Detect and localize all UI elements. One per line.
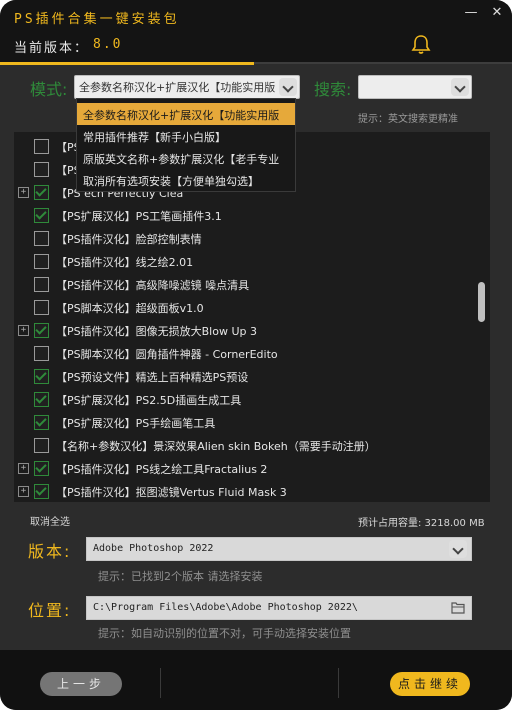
item-checkbox[interactable] — [34, 346, 49, 361]
chevron-down-icon[interactable] — [451, 78, 469, 96]
expand-icon[interactable]: + — [18, 463, 29, 474]
item-label: 【PS插件汉化】高级降噪滤镜 噪点清具 — [56, 279, 250, 292]
mode-select[interactable]: 全参数名称汉化+扩展汉化【功能实用版 — [74, 75, 300, 99]
version-hint: 提示：已找到2个版本 请选择安装 — [98, 570, 263, 583]
version-select[interactable]: Adobe Photoshop 2022 — [86, 537, 472, 561]
item-checkbox[interactable] — [34, 392, 49, 407]
list-scrollbar[interactable] — [478, 282, 485, 322]
list-item[interactable]: 【PS扩展汉化】PS工笔画插件3.1 — [14, 205, 474, 227]
expand-icon[interactable]: + — [18, 325, 29, 336]
bell-icon[interactable] — [410, 33, 432, 55]
estimated-space: 预计占用容量: 3218.00 MB — [358, 518, 485, 529]
close-button[interactable]: ✕ — [488, 6, 506, 20]
deselect-all-button[interactable]: 取消全选 — [30, 513, 70, 528]
install-path-value: C:\Program Files\Adobe\Adobe Photoshop 2… — [93, 602, 358, 613]
item-label: 【PS扩展汉化】PS2.5D插画生成工具 — [56, 394, 242, 407]
expand-icon[interactable]: + — [18, 486, 29, 497]
header-accent-bar — [0, 62, 254, 65]
search-label: 搜索: — [314, 80, 352, 99]
list-item[interactable]: + 【PS插件汉化】PS线之绘工具Fractalius 2 — [14, 458, 474, 480]
item-checkbox[interactable] — [34, 461, 49, 476]
search-input[interactable] — [358, 75, 472, 99]
item-label: 【名称+参数汉化】景深效果Alien skin Bokeh（需要手动注册） — [56, 440, 376, 453]
mode-label: 模式: — [30, 80, 68, 99]
item-label: 【PS扩展汉化】PS手绘画笔工具 — [56, 417, 216, 430]
item-checkbox[interactable] — [34, 300, 49, 315]
item-checkbox[interactable] — [34, 277, 49, 292]
item-checkbox[interactable] — [34, 185, 49, 200]
item-label: 【PS插件汉化】图像无损放大Blow Up 3 — [56, 325, 257, 338]
footer-divider — [338, 668, 339, 698]
list-item[interactable]: 【PS预设文件】精选上百种精选PS预设 — [14, 366, 474, 388]
expand-icon[interactable]: + — [18, 187, 29, 198]
item-checkbox[interactable] — [34, 139, 49, 154]
list-item[interactable]: 【PS脚本汉化】超级面板v1.0 — [14, 297, 474, 319]
chevron-down-icon[interactable] — [279, 78, 297, 96]
mode-select-value: 全参数名称汉化+扩展汉化【功能实用版 — [79, 81, 276, 94]
item-checkbox[interactable] — [34, 484, 49, 499]
item-label: 【PS预设文件】精选上百种精选PS预设 — [56, 371, 249, 384]
version-select-label: 版本: — [28, 542, 72, 561]
list-item[interactable]: + 【PS插件汉化】抠图滤镜Vertus Fluid Mask 3 — [14, 481, 474, 502]
item-checkbox[interactable] — [34, 208, 49, 223]
mode-option-3[interactable]: 原版英文名称+参数扩展汉化【老手专业 — [77, 147, 295, 169]
list-item[interactable]: + 【PS插件汉化】图像无损放大Blow Up 3 — [14, 320, 474, 342]
mode-dropdown-menu: 全参数名称汉化+扩展汉化【功能实用版 常用插件推荐【新手小白版】 原版英文名称+… — [76, 98, 296, 192]
list-item[interactable]: 【PS脚本汉化】圆角插件神器 - CornerEdito — [14, 343, 474, 365]
list-item[interactable]: 【名称+参数汉化】景深效果Alien skin Bokeh（需要手动注册） — [14, 435, 474, 457]
list-item[interactable]: 【PS插件汉化】高级降噪滤镜 噪点清具 — [14, 274, 474, 296]
item-checkbox[interactable] — [34, 231, 49, 246]
folder-icon[interactable] — [451, 601, 465, 614]
list-item[interactable]: 【PS插件汉化】线之绘2.01 — [14, 251, 474, 273]
search-hint: 提示：英文搜索更精准 — [358, 114, 458, 125]
window-title: PS插件合集一键安装包 — [14, 12, 180, 27]
installer-window: PS插件合集一键安装包 — ✕ 当前版本： 8.0 模式: 全参数名称汉化+扩展… — [0, 0, 512, 710]
install-path-field[interactable]: C:\Program Files\Adobe\Adobe Photoshop 2… — [86, 596, 472, 620]
location-label: 位置: — [28, 601, 72, 620]
list-item[interactable]: 【PS插件汉化】脸部控制表情 — [14, 228, 474, 250]
version-value: 8.0 — [93, 37, 123, 52]
item-label: 【PS脚本汉化】圆角插件神器 - CornerEdito — [56, 348, 278, 361]
location-hint: 提示：如自动识别的位置不对，可手动选择安装位置 — [98, 627, 351, 640]
item-label: 【PS插件汉化】抠图滤镜Vertus Fluid Mask 3 — [56, 486, 287, 499]
item-checkbox[interactable] — [34, 369, 49, 384]
item-label: 【PS插件汉化】脸部控制表情 — [56, 233, 202, 246]
item-checkbox[interactable] — [34, 415, 49, 430]
footer-divider — [160, 668, 161, 698]
list-item[interactable]: 【PS扩展汉化】PS2.5D插画生成工具 — [14, 389, 474, 411]
back-button[interactable]: 上一步 — [40, 672, 122, 696]
list-item[interactable]: 【PS扩展汉化】PS手绘画笔工具 — [14, 412, 474, 434]
version-label: 当前版本： — [14, 41, 90, 56]
item-label: 【PS扩展汉化】PS工笔画插件3.1 — [56, 210, 222, 223]
item-label: 【PS插件汉化】PS线之绘工具Fractalius 2 — [56, 463, 268, 476]
item-checkbox[interactable] — [34, 438, 49, 453]
item-checkbox[interactable] — [34, 323, 49, 338]
mode-option-2[interactable]: 常用插件推荐【新手小白版】 — [77, 125, 295, 147]
minimize-button[interactable]: — — [462, 6, 480, 20]
chevron-down-icon[interactable] — [449, 540, 467, 558]
item-label: 【PS脚本汉化】超级面板v1.0 — [56, 302, 204, 315]
version-select-value: Adobe Photoshop 2022 — [93, 543, 214, 554]
mode-option-1[interactable]: 全参数名称汉化+扩展汉化【功能实用版 — [77, 103, 295, 125]
item-checkbox[interactable] — [34, 162, 49, 177]
item-label: 【PS插件汉化】线之绘2.01 — [56, 256, 194, 269]
continue-button[interactable]: 点击继续 — [390, 672, 470, 696]
item-checkbox[interactable] — [34, 254, 49, 269]
mode-option-4[interactable]: 取消所有选项安装【方便单独勾选】 — [77, 169, 295, 191]
